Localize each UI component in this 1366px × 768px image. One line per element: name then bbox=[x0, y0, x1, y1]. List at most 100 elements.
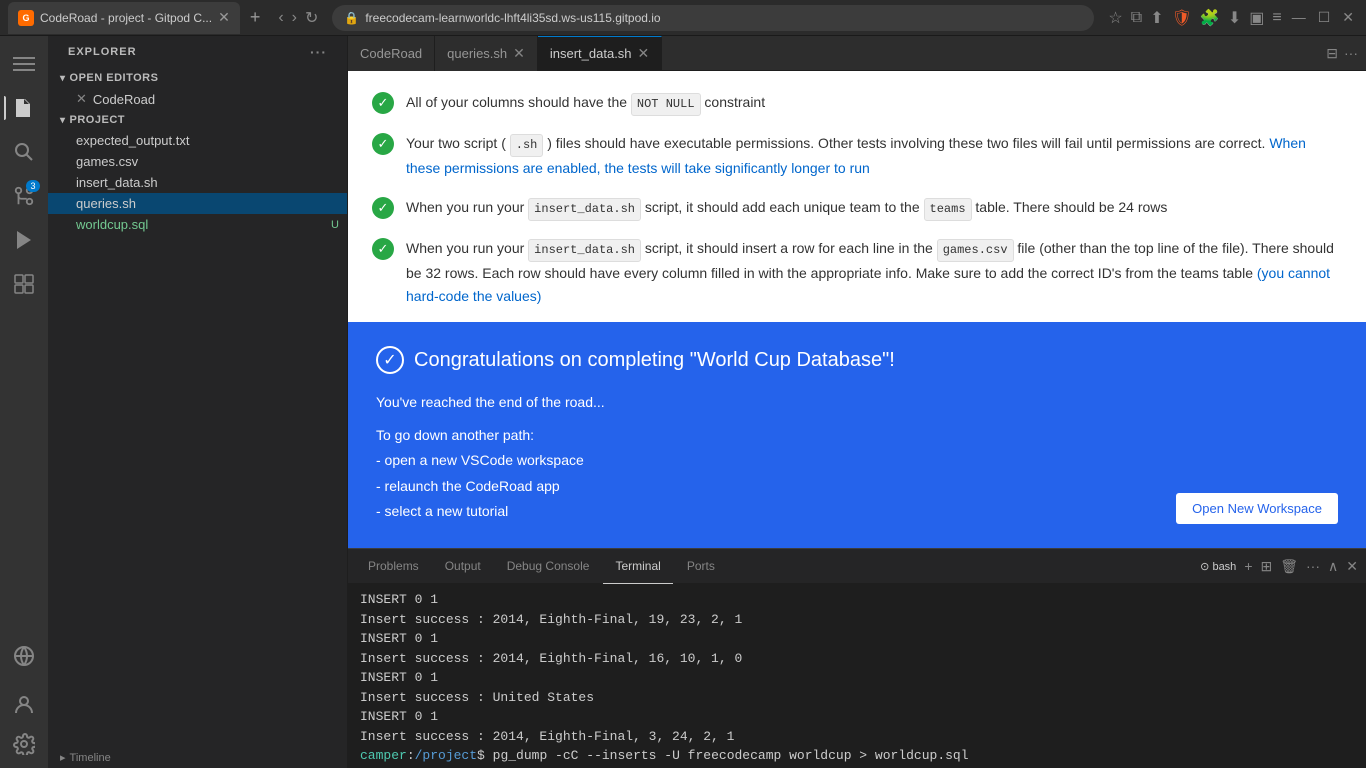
terminal-tab-ports[interactable]: Ports bbox=[675, 549, 727, 584]
terminal-content: INSERT 0 1 Insert success : 2014, Eighth… bbox=[348, 584, 1366, 768]
tab-label: queries.sh bbox=[447, 46, 507, 61]
completion-line2: To go down another path: bbox=[376, 423, 605, 448]
tab-insert-data[interactable]: insert_data.sh ✕ bbox=[538, 36, 662, 71]
vscode-layout: 3 Explorer ··· ▾ Open Editors ✕ bbox=[0, 36, 1366, 768]
extensions-activity-item[interactable] bbox=[4, 264, 44, 304]
file-games-csv[interactable]: games.csv bbox=[48, 151, 347, 172]
check-text-4: When you run your insert_data.sh script,… bbox=[406, 237, 1342, 307]
terminal-maximize-icon[interactable]: ∧ bbox=[1328, 558, 1338, 575]
share-icon[interactable]: ⬆ bbox=[1150, 8, 1163, 28]
menu-activity-item[interactable] bbox=[4, 44, 44, 84]
more-actions-icon[interactable]: ··· bbox=[1344, 45, 1358, 61]
terminal-area: Problems Output Debug Console Terminal P… bbox=[348, 548, 1366, 768]
search-activity-item[interactable] bbox=[4, 132, 44, 172]
tab-coderoad[interactable]: CodeRoad bbox=[348, 36, 435, 71]
close-window-button[interactable]: ✕ bbox=[1338, 9, 1358, 26]
terminal-tab-bar: Problems Output Debug Console Terminal P… bbox=[348, 549, 1366, 584]
completion-title: Congratulations on completing "World Cup… bbox=[414, 349, 895, 372]
terminal-tab-output[interactable]: Output bbox=[433, 549, 493, 584]
sidebar-browser-icon[interactable]: ▣ bbox=[1249, 8, 1264, 28]
lock-icon: 🔒 bbox=[344, 11, 359, 25]
run-activity-item[interactable] bbox=[4, 220, 44, 260]
open-file-coderoad[interactable]: ✕ CodeRoad bbox=[48, 88, 347, 110]
file-queries[interactable]: queries.sh bbox=[48, 193, 347, 214]
check-item-2: ✓ Your two script ( .sh ) files should h… bbox=[372, 132, 1342, 180]
check-item-4: ✓ When you run your insert_data.sh scrip… bbox=[372, 237, 1342, 307]
file-expected-output[interactable]: expected_output.txt bbox=[48, 130, 347, 151]
terminal-prompt-1: camper: /project$ pg_dump -cC --inserts … bbox=[360, 746, 1354, 766]
tab-close-icon[interactable]: ✕ bbox=[513, 45, 525, 62]
completion-line4: - relaunch the CodeRoad app bbox=[376, 474, 605, 499]
check-icon-3: ✓ bbox=[372, 197, 394, 219]
open-file-name: CodeRoad bbox=[93, 92, 155, 107]
sidebar: Explorer ··· ▾ Open Editors ✕ CodeRoad ▾… bbox=[48, 36, 348, 768]
terminal-line: Insert success : 2014, Eighth-Final, 19,… bbox=[360, 610, 1354, 630]
tab-close-button[interactable]: ✕ bbox=[218, 9, 230, 26]
output-label: Output bbox=[445, 559, 481, 573]
terminal-line: INSERT 0 1 bbox=[360, 707, 1354, 727]
untracked-badge: U bbox=[331, 219, 339, 231]
check-icon-2: ✓ bbox=[372, 133, 394, 155]
completion-header: ✓ Congratulations on completing "World C… bbox=[376, 346, 1338, 374]
browser-nav-controls: ‹ › ↻ bbox=[278, 8, 318, 28]
settings-activity-item[interactable] bbox=[4, 728, 44, 768]
prompt-user: camper bbox=[360, 746, 407, 766]
terminal-close-icon[interactable]: ✕ bbox=[1346, 558, 1358, 575]
forward-button[interactable]: › bbox=[292, 9, 297, 27]
project-section[interactable]: ▾ Project bbox=[48, 110, 347, 130]
code-teams: teams bbox=[924, 198, 972, 221]
file-worldcup-sql[interactable]: worldcup.sql U bbox=[48, 214, 347, 235]
explorer-activity-item[interactable] bbox=[4, 88, 44, 128]
tab-close-icon[interactable]: ✕ bbox=[638, 45, 650, 62]
minimize-button[interactable]: — bbox=[1288, 9, 1310, 26]
terminal-line: INSERT 0 1 bbox=[360, 629, 1354, 649]
sidebar-actions[interactable]: ··· bbox=[310, 44, 327, 60]
browser-tab[interactable]: G CodeRoad - project - Gitpod C... ✕ bbox=[8, 2, 240, 34]
check-text-2: Your two script ( .sh ) files should hav… bbox=[406, 132, 1342, 180]
terminal-tab-problems[interactable]: Problems bbox=[356, 549, 431, 584]
open-editors-section[interactable]: ▾ Open Editors bbox=[48, 68, 347, 88]
address-bar[interactable]: 🔒 freecodecam-learnworldc-lhft4li35sd.ws… bbox=[332, 5, 1094, 31]
check-text-3: When you run your insert_data.sh script,… bbox=[406, 196, 1342, 221]
new-terminal-icon[interactable]: + bbox=[1244, 558, 1252, 574]
menu-browser-icon[interactable]: ≡ bbox=[1272, 9, 1281, 27]
tab-favicon: G bbox=[18, 10, 34, 26]
reload-button[interactable]: ↻ bbox=[305, 8, 318, 28]
account-activity-item[interactable] bbox=[4, 684, 44, 724]
downloads-icon[interactable]: ⬇ bbox=[1228, 8, 1241, 28]
tab-manager-icon[interactable]: ⧉ bbox=[1131, 9, 1142, 27]
bookmark-icon[interactable]: ☆ bbox=[1108, 8, 1122, 28]
extensions-browser-icon[interactable]: 🧩 bbox=[1200, 8, 1220, 28]
tab-queries[interactable]: queries.sh ✕ bbox=[435, 36, 538, 71]
check-item-3: ✓ When you run your insert_data.sh scrip… bbox=[372, 196, 1342, 221]
file-insert-data[interactable]: insert_data.sh bbox=[48, 172, 347, 193]
remote-activity-item[interactable] bbox=[4, 640, 44, 680]
file-name-text: insert_data.sh bbox=[76, 175, 158, 190]
completion-banner: ✓ Congratulations on completing "World C… bbox=[348, 322, 1366, 548]
bash-label: ⊙ bash bbox=[1200, 560, 1236, 573]
ports-label: Ports bbox=[687, 559, 715, 573]
debug-label: Debug Console bbox=[507, 559, 590, 573]
project-arrow: ▾ bbox=[60, 115, 66, 126]
terminal-tab-terminal[interactable]: Terminal bbox=[603, 549, 672, 584]
terminal-split-icon[interactable]: ⊞ bbox=[1261, 558, 1273, 575]
file-name-text: worldcup.sql bbox=[76, 217, 148, 232]
file-name-text: queries.sh bbox=[76, 196, 136, 211]
completion-check-icon: ✓ bbox=[376, 346, 404, 374]
source-control-activity-item[interactable]: 3 bbox=[4, 176, 44, 216]
completion-line5: - select a new tutorial bbox=[376, 499, 605, 524]
terminal-label: Terminal bbox=[615, 559, 660, 573]
terminal-more-icon[interactable]: ··· bbox=[1306, 558, 1320, 574]
brave-shield-icon[interactable]: 🛡 bbox=[1172, 8, 1192, 28]
open-new-workspace-button[interactable]: Open New Workspace bbox=[1176, 493, 1338, 524]
terminal-tab-debug[interactable]: Debug Console bbox=[495, 549, 602, 584]
new-tab-button[interactable]: + bbox=[246, 7, 265, 28]
back-button[interactable]: ‹ bbox=[278, 9, 283, 27]
timeline-section[interactable]: ▸ Timeline bbox=[48, 747, 347, 768]
terminal-line: Insert success : 2014, Eighth-Final, 3, … bbox=[360, 727, 1354, 747]
split-editor-icon[interactable]: ⊟ bbox=[1326, 45, 1338, 62]
close-icon[interactable]: ✕ bbox=[76, 91, 87, 107]
maximize-button[interactable]: ☐ bbox=[1314, 9, 1335, 26]
completion-line3: - open a new VSCode workspace bbox=[376, 448, 605, 473]
terminal-trash-icon[interactable]: 🗑 bbox=[1280, 558, 1298, 575]
